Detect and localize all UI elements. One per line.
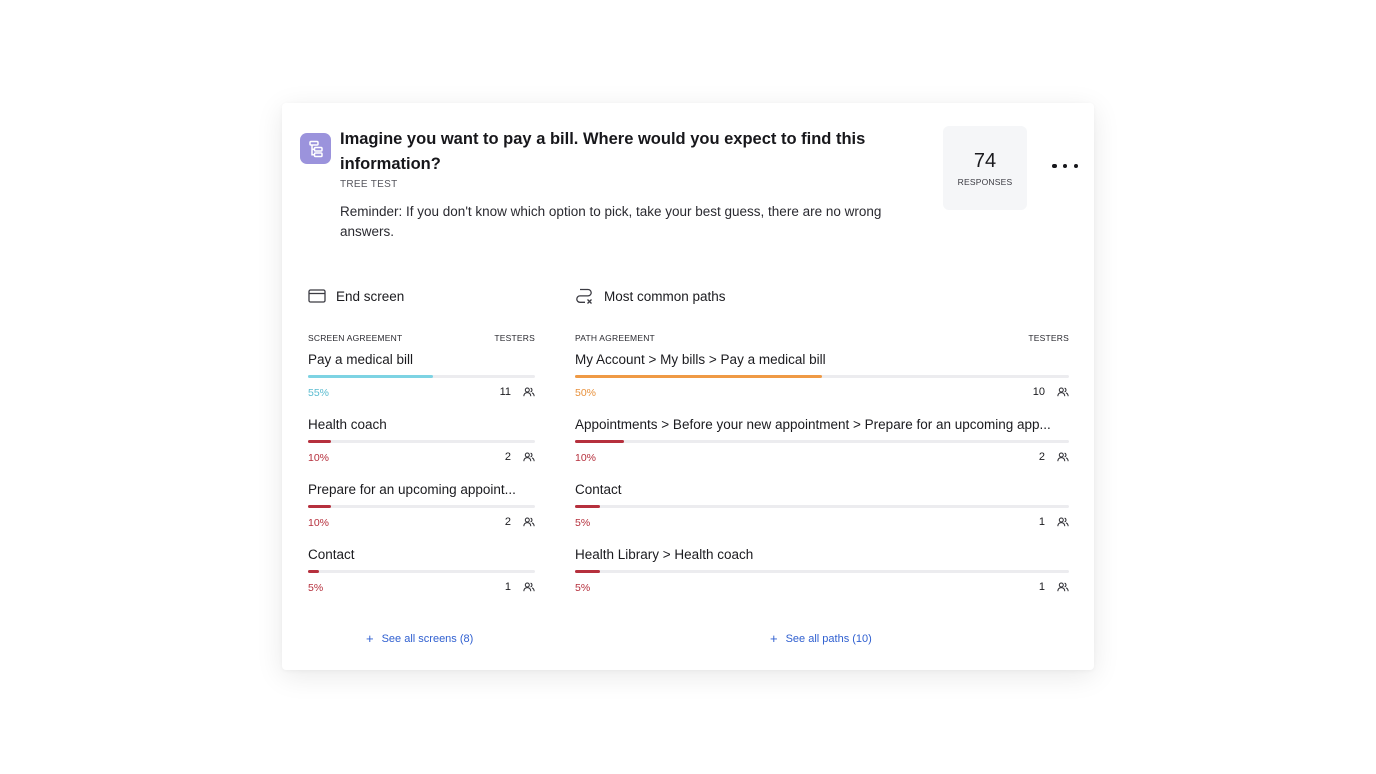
- more-options-button[interactable]: [1052, 157, 1078, 175]
- end-screen-column-headers: SCREEN AGREEMENT TESTERS: [308, 333, 535, 345]
- testers-count: 10: [1033, 386, 1069, 398]
- users-icon: [1051, 582, 1069, 592]
- testers-count: 11: [500, 386, 535, 398]
- more-dot-icon: [1062, 163, 1068, 169]
- testers-count: 1: [1039, 581, 1069, 593]
- agreement-bar-track: [575, 440, 1069, 443]
- testers-count-value: 2: [504, 516, 511, 528]
- row-label: Health Library > Health coach: [575, 547, 754, 562]
- agreement-percent: 5%: [308, 582, 324, 594]
- see-all-screens-label: See all screens (8): [381, 632, 474, 645]
- agreement-percent: 10%: [308, 452, 330, 464]
- row-label: Contact: [575, 482, 622, 497]
- users-icon: [1051, 387, 1069, 397]
- agreement-percent: 55%: [308, 387, 330, 399]
- agreement-bar-fill: [308, 570, 320, 573]
- agreement-percent: 50%: [575, 387, 597, 399]
- responses-count: 74: [973, 150, 997, 172]
- testers-count-value: 1: [504, 581, 511, 593]
- agreement-bar-fill: [575, 505, 600, 508]
- testers-header: TESTERS: [1028, 333, 1069, 343]
- result-row: Contact 5% 1: [575, 481, 1069, 546]
- plus-icon: +: [366, 631, 374, 646]
- testers-count-value: 1: [1038, 581, 1045, 593]
- screen-icon: [308, 289, 326, 303]
- plus-icon: +: [770, 631, 778, 646]
- end-screen-section: End screen SCREEN AGREEMENT TESTERS Pay …: [308, 286, 535, 611]
- result-row: Health coach 10% 2: [308, 416, 535, 481]
- agreement-bar-fill: [308, 440, 331, 443]
- see-all-paths-label: See all paths (10): [785, 632, 872, 645]
- agreement-bar-fill: [575, 440, 625, 443]
- more-dot-icon: [1073, 163, 1078, 169]
- common-paths-section: Most common paths PATH AGREEMENT TESTERS…: [575, 286, 1069, 611]
- users-icon: [517, 452, 535, 462]
- question-title: Imagine you want to pay a bill. Where wo…: [340, 130, 866, 173]
- end-screen-rows: Pay a medical bill 55% 11 Health coach 10% 2 P…: [308, 351, 535, 611]
- see-all-screens-link[interactable]: + See all screens (8): [366, 631, 473, 646]
- agreement-bar-track: [575, 570, 1069, 573]
- agreement-bar-track: [308, 440, 535, 443]
- result-row: Contact 5% 1: [308, 546, 535, 611]
- agreement-bar-track: [575, 505, 1069, 508]
- result-row: My Account > My bills > Pay a medical bi…: [575, 351, 1069, 416]
- testers-count-value: 10: [1032, 386, 1045, 398]
- see-all-paths-link[interactable]: + See all paths (10): [770, 631, 872, 646]
- testers-count-value: 2: [504, 451, 511, 463]
- result-row: Health Library > Health coach 5% 1: [575, 546, 1069, 611]
- row-label: Pay a medical bill: [308, 352, 414, 367]
- testers-count: 2: [505, 516, 535, 528]
- users-icon: [1051, 517, 1069, 527]
- tree-test-icon: [300, 133, 331, 164]
- agreement-percent: 5%: [575, 582, 591, 594]
- result-row: Prepare for an upcoming appoint... 10% 2: [308, 481, 535, 546]
- responses-label: RESPONSES: [957, 177, 1013, 187]
- common-paths-rows: My Account > My bills > Pay a medical bi…: [575, 351, 1069, 611]
- testers-count: 2: [505, 451, 535, 463]
- more-dot-icon: [1052, 163, 1057, 169]
- users-icon: [1051, 452, 1069, 462]
- row-label: Appointments > Before your new appointme…: [575, 417, 1051, 432]
- common-paths-header: Most common paths: [575, 286, 1069, 306]
- testers-header: TESTERS: [494, 333, 535, 343]
- question-type-label: TREE TEST: [340, 179, 398, 190]
- common-paths-column-headers: PATH AGREEMENT TESTERS: [575, 333, 1069, 345]
- users-icon: [517, 517, 535, 527]
- question-result-card: Imagine you want to pay a bill. Where wo…: [282, 103, 1094, 670]
- agreement-bar-fill: [575, 570, 600, 573]
- agreement-bar-track: [308, 375, 535, 378]
- agreement-percent: 5%: [575, 517, 591, 529]
- row-label: Contact: [308, 547, 355, 562]
- row-label: My Account > My bills > Pay a medical bi…: [575, 352, 826, 367]
- question-description: Reminder: If you don't know which option…: [340, 204, 882, 239]
- end-screen-heading: End screen: [336, 288, 405, 304]
- result-row: Pay a medical bill 55% 11: [308, 351, 535, 416]
- agreement-percent: 10%: [308, 517, 330, 529]
- agreement-bar-fill: [308, 375, 433, 378]
- testers-count: 1: [1039, 516, 1069, 528]
- users-icon: [517, 387, 535, 397]
- agreement-bar-fill: [575, 375, 822, 378]
- users-icon: [517, 582, 535, 592]
- testers-count: 1: [505, 581, 535, 593]
- agreement-percent: 10%: [575, 452, 597, 464]
- agreement-bar-fill: [308, 505, 331, 508]
- result-row: Appointments > Before your new appointme…: [575, 416, 1069, 481]
- agreement-bar-track: [308, 505, 535, 508]
- row-label: Health coach: [308, 417, 387, 432]
- path-icon: [576, 288, 592, 304]
- row-label: Prepare for an upcoming appoint...: [308, 482, 516, 497]
- testers-count-value: 2: [1038, 451, 1045, 463]
- agreement-bar-track: [308, 570, 535, 573]
- end-screen-header: End screen: [308, 286, 535, 306]
- agreement-bar-track: [575, 375, 1069, 378]
- screen-agreement-header: SCREEN AGREEMENT: [308, 333, 403, 343]
- common-paths-heading: Most common paths: [604, 288, 726, 304]
- testers-count-value: 1: [1038, 516, 1045, 528]
- testers-count: 2: [1039, 451, 1069, 463]
- path-agreement-header: PATH AGREEMENT: [575, 333, 655, 343]
- testers-count-value: 11: [499, 386, 511, 398]
- responses-summary: 74 RESPONSES: [943, 126, 1027, 210]
